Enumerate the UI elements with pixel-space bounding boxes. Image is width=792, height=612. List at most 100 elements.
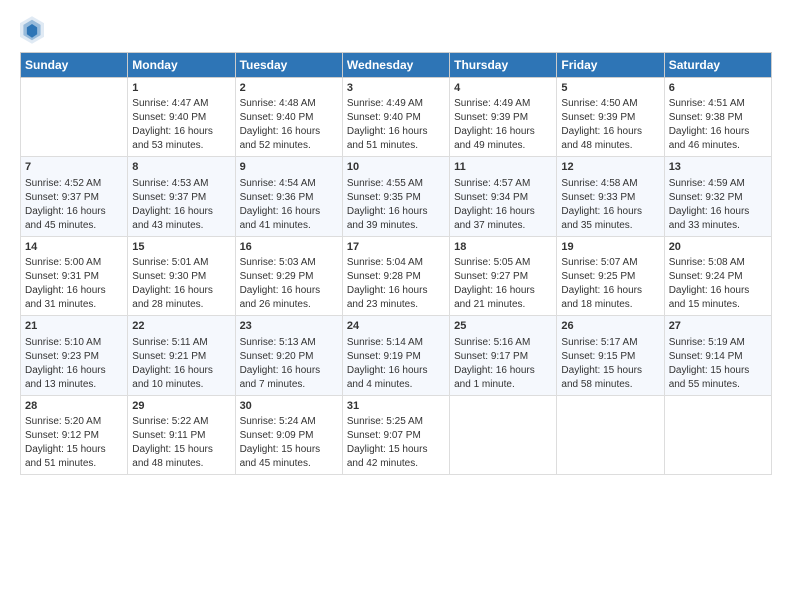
day-header-tuesday: Tuesday [235,53,342,78]
calendar-cell: 2Sunrise: 4:48 AMSunset: 9:40 PMDaylight… [235,78,342,157]
day-number: 20 [669,240,767,255]
cell-line: and 21 minutes. [454,298,552,312]
cell-line: Sunrise: 5:08 AM [669,256,767,270]
cell-line: Sunrise: 4:50 AM [561,97,659,111]
cell-line: Sunset: 9:27 PM [454,270,552,284]
day-number: 19 [561,240,659,255]
cell-line: Daylight: 16 hours [347,125,445,139]
day-number: 8 [132,160,230,175]
cell-line: Daylight: 16 hours [561,125,659,139]
day-number: 7 [25,160,123,175]
calendar-cell: 27Sunrise: 5:19 AMSunset: 9:14 PMDayligh… [664,316,771,395]
cell-line: Daylight: 16 hours [454,364,552,378]
cell-line: Daylight: 16 hours [25,364,123,378]
calendar-cell: 8Sunrise: 4:53 AMSunset: 9:37 PMDaylight… [128,157,235,236]
cell-line: Sunrise: 4:59 AM [669,177,767,191]
cell-line: Sunrise: 5:19 AM [669,336,767,350]
day-number: 11 [454,160,552,175]
cell-line: Sunset: 9:15 PM [561,350,659,364]
cell-line: and 31 minutes. [25,298,123,312]
cell-line: Sunset: 9:33 PM [561,191,659,205]
cell-line: Sunset: 9:40 PM [347,111,445,125]
cell-line: Sunset: 9:23 PM [25,350,123,364]
calendar-cell: 31Sunrise: 5:25 AMSunset: 9:07 PMDayligh… [342,395,449,474]
day-header-friday: Friday [557,53,664,78]
cell-line: and 39 minutes. [347,219,445,233]
cell-line: Sunrise: 4:53 AM [132,177,230,191]
cell-line: Daylight: 16 hours [561,205,659,219]
cell-line: Daylight: 16 hours [132,284,230,298]
week-row-3: 14Sunrise: 5:00 AMSunset: 9:31 PMDayligh… [21,236,772,315]
day-number: 6 [669,81,767,96]
cell-line: and 23 minutes. [347,298,445,312]
cell-line: Sunrise: 4:48 AM [240,97,338,111]
cell-line: and 41 minutes. [240,219,338,233]
cell-line: Sunrise: 5:04 AM [347,256,445,270]
cell-line: Sunset: 9:32 PM [669,191,767,205]
cell-line: Daylight: 16 hours [347,284,445,298]
cell-line: Sunset: 9:34 PM [454,191,552,205]
calendar-cell: 19Sunrise: 5:07 AMSunset: 9:25 PMDayligh… [557,236,664,315]
logo [20,16,46,44]
calendar-cell: 23Sunrise: 5:13 AMSunset: 9:20 PMDayligh… [235,316,342,395]
day-number: 29 [132,399,230,414]
day-header-wednesday: Wednesday [342,53,449,78]
cell-line: Daylight: 16 hours [132,364,230,378]
day-number: 24 [347,319,445,334]
cell-line: Sunrise: 4:47 AM [132,97,230,111]
cell-line: and 37 minutes. [454,219,552,233]
day-number: 16 [240,240,338,255]
calendar-cell: 30Sunrise: 5:24 AMSunset: 9:09 PMDayligh… [235,395,342,474]
day-number: 9 [240,160,338,175]
calendar-cell: 5Sunrise: 4:50 AMSunset: 9:39 PMDaylight… [557,78,664,157]
calendar-cell: 28Sunrise: 5:20 AMSunset: 9:12 PMDayligh… [21,395,128,474]
day-header-sunday: Sunday [21,53,128,78]
cell-line: Sunset: 9:40 PM [240,111,338,125]
calendar-cell: 26Sunrise: 5:17 AMSunset: 9:15 PMDayligh… [557,316,664,395]
calendar-cell: 17Sunrise: 5:04 AMSunset: 9:28 PMDayligh… [342,236,449,315]
cell-line: and 42 minutes. [347,457,445,471]
cell-line: Daylight: 16 hours [454,205,552,219]
day-number: 27 [669,319,767,334]
cell-line: Sunset: 9:19 PM [347,350,445,364]
cell-line: Sunset: 9:09 PM [240,429,338,443]
cell-line: Sunrise: 4:49 AM [454,97,552,111]
cell-line: Daylight: 16 hours [240,205,338,219]
cell-line: and 45 minutes. [240,457,338,471]
calendar-cell: 18Sunrise: 5:05 AMSunset: 9:27 PMDayligh… [450,236,557,315]
cell-line: and 53 minutes. [132,139,230,153]
cell-line: and 55 minutes. [669,378,767,392]
cell-line: Sunrise: 5:16 AM [454,336,552,350]
calendar-cell: 13Sunrise: 4:59 AMSunset: 9:32 PMDayligh… [664,157,771,236]
cell-line: Daylight: 15 hours [347,443,445,457]
cell-line: Sunrise: 5:05 AM [454,256,552,270]
day-number: 31 [347,399,445,414]
cell-line: Daylight: 16 hours [240,284,338,298]
week-row-1: 1Sunrise: 4:47 AMSunset: 9:40 PMDaylight… [21,78,772,157]
cell-line: Sunset: 9:12 PM [25,429,123,443]
cell-line: and 58 minutes. [561,378,659,392]
cell-line: and 33 minutes. [669,219,767,233]
cell-line: Sunrise: 5:07 AM [561,256,659,270]
cell-line: and 48 minutes. [561,139,659,153]
cell-line: Sunset: 9:36 PM [240,191,338,205]
day-number: 22 [132,319,230,334]
day-number: 12 [561,160,659,175]
calendar-cell [21,78,128,157]
calendar-cell: 3Sunrise: 4:49 AMSunset: 9:40 PMDaylight… [342,78,449,157]
cell-line: Sunset: 9:35 PM [347,191,445,205]
day-number: 21 [25,319,123,334]
cell-line: Daylight: 16 hours [132,205,230,219]
day-number: 18 [454,240,552,255]
day-number: 3 [347,81,445,96]
cell-line: and 15 minutes. [669,298,767,312]
cell-line: Sunset: 9:24 PM [669,270,767,284]
day-number: 10 [347,160,445,175]
calendar-cell: 11Sunrise: 4:57 AMSunset: 9:34 PMDayligh… [450,157,557,236]
cell-line: and 1 minute. [454,378,552,392]
cell-line: and 13 minutes. [25,378,123,392]
day-number: 25 [454,319,552,334]
cell-line: Sunset: 9:39 PM [561,111,659,125]
cell-line: Daylight: 16 hours [561,284,659,298]
cell-line: Sunset: 9:38 PM [669,111,767,125]
